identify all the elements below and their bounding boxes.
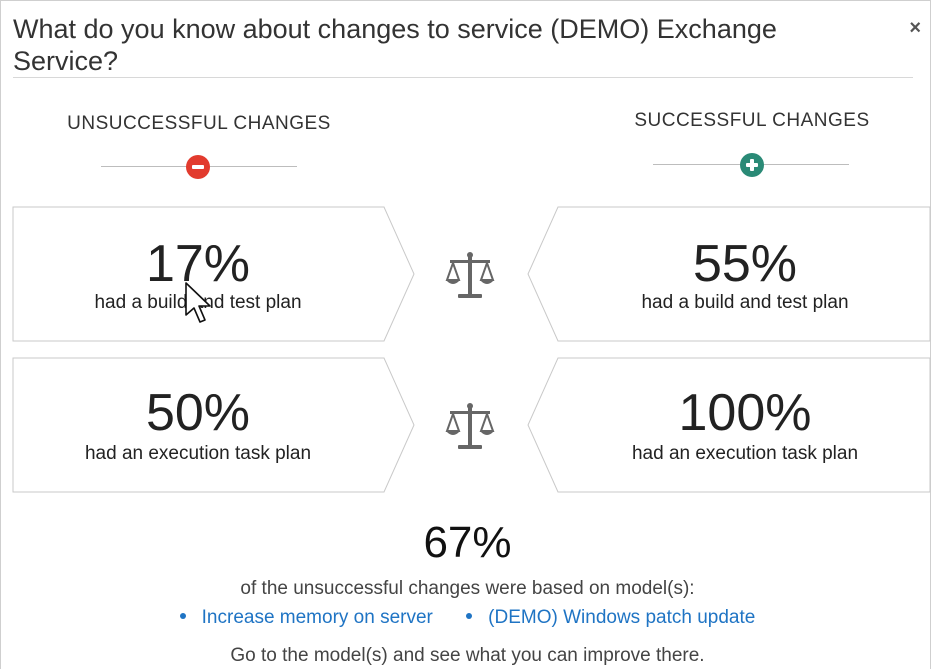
balance-scale-icon bbox=[445, 403, 495, 449]
close-icon[interactable]: × bbox=[909, 17, 921, 40]
model-links: Increase memory on server (DEMO) Windows… bbox=[1, 607, 933, 629]
mouse-cursor-icon bbox=[185, 282, 211, 323]
summary-text: of the unsuccessful changes were based o… bbox=[240, 578, 695, 599]
model-link-windows-patch[interactable]: (DEMO) Windows patch update bbox=[466, 607, 755, 628]
model-link-windows-patch-label: (DEMO) Windows patch update bbox=[488, 607, 756, 628]
successful-build-test-panel: 55% had a build and test plan bbox=[526, 206, 932, 342]
unsuccessful-changes-heading: UNSUCCESSFUL CHANGES bbox=[67, 113, 331, 134]
minus-circle-icon bbox=[186, 155, 210, 179]
plus-circle-icon bbox=[740, 153, 764, 177]
summary-footer: Go to the model(s) and see what you can … bbox=[230, 645, 705, 666]
bullet-icon bbox=[466, 612, 473, 619]
changes-dialog: What do you know about changes to servic… bbox=[0, 0, 931, 669]
successful-execution-panel: 100% had an execution task plan bbox=[526, 357, 932, 493]
successful-execution-percent: 100% bbox=[678, 384, 812, 442]
dialog-header: What do you know about changes to servic… bbox=[13, 11, 921, 78]
successful-changes-heading: SUCCESSFUL CHANGES bbox=[634, 110, 870, 131]
model-link-memory[interactable]: Increase memory on server bbox=[179, 607, 433, 628]
unsuccessful-execution-panel: 50% had an execution task plan bbox=[12, 357, 416, 493]
successful-execution-text: had an execution task plan bbox=[631, 443, 859, 464]
model-link-memory-label: Increase memory on server bbox=[201, 607, 433, 628]
dialog-title: What do you know about changes to servic… bbox=[13, 14, 777, 76]
successful-build-test-percent: 55% bbox=[692, 235, 798, 293]
balance-scale-icon bbox=[445, 252, 495, 298]
bullet-icon bbox=[179, 612, 186, 619]
successful-build-test-text: had a build and test plan bbox=[641, 292, 849, 313]
unsuccessful-execution-percent: 50% bbox=[145, 384, 251, 442]
unsuccessful-execution-text: had an execution task plan bbox=[84, 443, 312, 464]
unsuccessful-build-test-panel: 17% had a build and test plan bbox=[12, 206, 416, 342]
summary-percent: 67% bbox=[423, 518, 512, 567]
